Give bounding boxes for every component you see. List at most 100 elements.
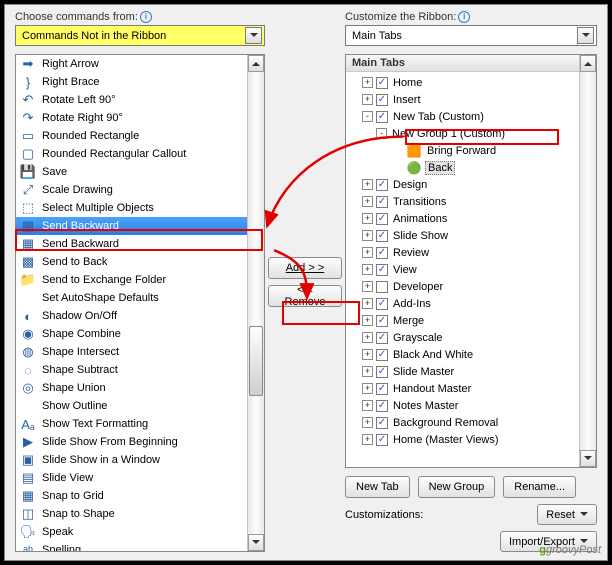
- checkbox[interactable]: ✓: [376, 349, 388, 361]
- command-item[interactable]: ◉Shape Combine: [16, 325, 247, 343]
- command-item[interactable]: ▤Slide View: [16, 469, 247, 487]
- expand-icon[interactable]: +: [362, 434, 373, 445]
- command-item[interactable]: ▦Snap to Grid: [16, 487, 247, 505]
- command-item[interactable]: ▣Slide Show in a Window: [16, 451, 247, 469]
- command-item[interactable]: ➡Right Arrow: [16, 55, 247, 73]
- command-item[interactable]: ↷Rotate Right 90°: [16, 109, 247, 127]
- checkbox[interactable]: ✓: [376, 366, 388, 378]
- new-group-button[interactable]: New Group: [418, 476, 496, 498]
- expand-icon[interactable]: +: [362, 281, 373, 292]
- checkbox[interactable]: ✓: [376, 77, 388, 89]
- tree-item[interactable]: -New Group 1 (Custom): [348, 125, 577, 142]
- expand-icon[interactable]: +: [362, 383, 373, 394]
- tree-item[interactable]: +✓Home: [348, 74, 577, 91]
- checkbox[interactable]: ✓: [376, 94, 388, 106]
- tree-item[interactable]: +✓Merge: [348, 312, 577, 329]
- expand-icon[interactable]: +: [362, 213, 373, 224]
- checkbox[interactable]: ✓: [376, 196, 388, 208]
- expand-icon[interactable]: +: [362, 298, 373, 309]
- expand-icon[interactable]: +: [362, 349, 373, 360]
- command-item[interactable]: ▩Send to Back: [16, 253, 247, 271]
- command-item[interactable]: ᵃᵇSpelling...: [16, 541, 247, 551]
- tree-item[interactable]: -✓New Tab (Custom): [348, 108, 577, 125]
- rename-button[interactable]: Rename...: [503, 476, 576, 498]
- scroll-thumb[interactable]: [249, 326, 263, 396]
- checkbox[interactable]: ✓: [376, 315, 388, 327]
- tree-item[interactable]: +✓Handout Master: [348, 380, 577, 397]
- command-item[interactable]: 💾Save: [16, 163, 247, 181]
- command-item[interactable]: Set AutoShape Defaults: [16, 289, 247, 307]
- checkbox[interactable]: ✓: [376, 298, 388, 310]
- scroll-up-button[interactable]: [248, 55, 264, 72]
- checkbox[interactable]: ✓: [376, 332, 388, 344]
- new-tab-button[interactable]: New Tab: [345, 476, 410, 498]
- tree-item[interactable]: +✓Home (Master Views): [348, 431, 577, 448]
- collapse-icon[interactable]: -: [376, 128, 387, 139]
- reset-button[interactable]: Reset: [537, 504, 597, 525]
- command-item[interactable]: ◐Shadow On/Off: [16, 307, 247, 325]
- checkbox[interactable]: ✓: [376, 111, 388, 123]
- command-item[interactable]: 📁Send to Exchange Folder: [16, 271, 247, 289]
- command-item[interactable]: }Right Brace: [16, 73, 247, 91]
- checkbox[interactable]: [376, 281, 388, 293]
- remove-button[interactable]: < < Remove: [268, 285, 342, 307]
- expand-icon[interactable]: +: [362, 179, 373, 190]
- expand-icon[interactable]: +: [362, 196, 373, 207]
- command-item[interactable]: ▦Send Backward: [16, 235, 247, 253]
- tree-item[interactable]: +✓Background Removal: [348, 414, 577, 431]
- tree-item[interactable]: +✓Review: [348, 244, 577, 261]
- expand-icon[interactable]: +: [362, 264, 373, 275]
- command-item[interactable]: ▭Rounded Rectangle: [16, 127, 247, 145]
- commands-source-dropdown[interactable]: Commands Not in the Ribbon: [15, 25, 265, 46]
- checkbox[interactable]: ✓: [376, 383, 388, 395]
- scroll-down-button[interactable]: [248, 534, 264, 551]
- ribbon-tree[interactable]: Main Tabs +✓Home+✓Insert-✓New Tab (Custo…: [345, 54, 597, 468]
- expand-icon[interactable]: +: [362, 332, 373, 343]
- expand-icon[interactable]: +: [362, 366, 373, 377]
- tree-item[interactable]: +Developer: [348, 278, 577, 295]
- tree-item[interactable]: +✓Animations: [348, 210, 577, 227]
- scrollbar[interactable]: [247, 55, 264, 551]
- checkbox[interactable]: ✓: [376, 230, 388, 242]
- command-item[interactable]: ◌Shape Subtract: [16, 361, 247, 379]
- checkbox[interactable]: ✓: [376, 400, 388, 412]
- command-item[interactable]: ▦Send Backward: [16, 217, 247, 235]
- tree-item[interactable]: 🟧Bring Forward: [348, 142, 577, 159]
- tree-item[interactable]: +✓Slide Master: [348, 363, 577, 380]
- expand-icon[interactable]: +: [362, 247, 373, 258]
- command-item[interactable]: ▶Slide Show From Beginning: [16, 433, 247, 451]
- command-item[interactable]: 🗣Speak: [16, 523, 247, 541]
- command-item[interactable]: AₐShow Text Formatting: [16, 415, 247, 433]
- tree-item[interactable]: +✓Notes Master: [348, 397, 577, 414]
- expand-icon[interactable]: +: [362, 77, 373, 88]
- expand-icon[interactable]: +: [362, 400, 373, 411]
- command-item[interactable]: Show Outline: [16, 397, 247, 415]
- tree-item[interactable]: +✓Transitions: [348, 193, 577, 210]
- command-item[interactable]: ⬚Select Multiple Objects: [16, 199, 247, 217]
- checkbox[interactable]: ✓: [376, 179, 388, 191]
- tree-item[interactable]: +✓Grayscale: [348, 329, 577, 346]
- chevron-down-icon[interactable]: [245, 27, 262, 44]
- checkbox[interactable]: ✓: [376, 213, 388, 225]
- tree-item[interactable]: +✓Slide Show: [348, 227, 577, 244]
- add-button[interactable]: Add > >: [268, 257, 342, 279]
- tree-item[interactable]: +✓View: [348, 261, 577, 278]
- command-item[interactable]: ⤢Scale Drawing: [16, 181, 247, 199]
- collapse-icon[interactable]: -: [362, 111, 373, 122]
- tree-item[interactable]: +✓Black And White: [348, 346, 577, 363]
- expand-icon[interactable]: +: [362, 315, 373, 326]
- checkbox[interactable]: ✓: [376, 417, 388, 429]
- commands-listbox[interactable]: ➡Right Arrow}Right Brace↶Rotate Left 90°…: [15, 54, 265, 552]
- tree-item[interactable]: +✓Design: [348, 176, 577, 193]
- chevron-down-icon[interactable]: [577, 27, 594, 44]
- info-icon[interactable]: i: [140, 11, 152, 23]
- command-item[interactable]: ◫Snap to Shape: [16, 505, 247, 523]
- info-icon[interactable]: i: [458, 11, 470, 23]
- command-item[interactable]: ◍Shape Intersect: [16, 343, 247, 361]
- scroll-up-button[interactable]: [580, 55, 596, 72]
- command-item[interactable]: ↶Rotate Left 90°: [16, 91, 247, 109]
- checkbox[interactable]: ✓: [376, 434, 388, 446]
- scrollbar[interactable]: [579, 55, 596, 467]
- expand-icon[interactable]: +: [362, 94, 373, 105]
- expand-icon[interactable]: +: [362, 417, 373, 428]
